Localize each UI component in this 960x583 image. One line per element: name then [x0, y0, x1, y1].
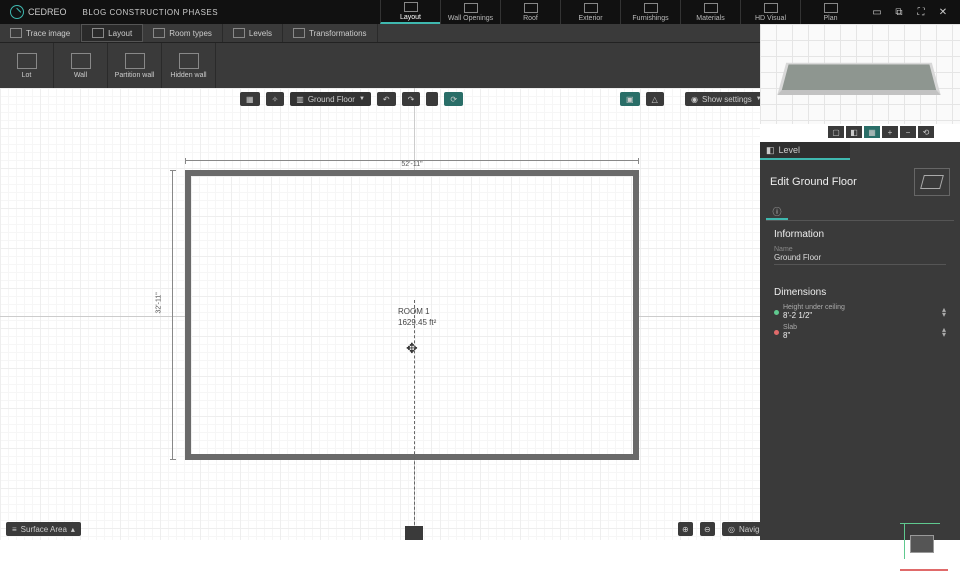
view-persp-icon[interactable]: ▦ — [864, 126, 880, 138]
panel-title: Edit Ground Floor — [770, 176, 857, 188]
ceiling-stepper[interactable]: ▴▾ — [942, 307, 946, 317]
dimension-width-outer: 52'-11" — [185, 160, 639, 168]
show-settings-button[interactable]: ◉ Show settings ▼ — [685, 92, 768, 106]
main-tab-roof[interactable]: Roof — [500, 0, 560, 24]
slab-value[interactable]: 8" — [783, 331, 938, 340]
name-label: Name — [774, 246, 946, 253]
surface-area-button[interactable]: ≡ Surface Area ▴ — [6, 522, 81, 536]
properties-panel: ◧ Level Edit Ground Floor ⓘ Information … — [760, 142, 960, 540]
close-icon[interactable]: ✕ — [936, 5, 950, 19]
tool-lot[interactable]: Lot — [0, 43, 54, 89]
slab-stepper[interactable]: ▴▾ — [942, 327, 946, 337]
room-area: 1629.45 ft² — [398, 318, 436, 327]
slab-dot-icon — [774, 330, 779, 335]
view-reset-icon[interactable]: ⟲ — [918, 126, 934, 138]
dimension-diagram — [900, 523, 950, 583]
view-persp-button[interactable]: △ — [646, 92, 664, 106]
main-tab-hd-visual[interactable]: HD Visual — [740, 0, 800, 24]
slab-label: Slab — [783, 324, 938, 331]
subitem-transformations[interactable]: Transformations — [283, 24, 378, 42]
view-top-icon[interactable]: ▢ — [828, 126, 844, 138]
ceiling-label: Height under ceiling — [783, 304, 938, 311]
preview-3d[interactable] — [760, 24, 960, 124]
tool-partition-wall[interactable]: Partition wall — [108, 43, 162, 89]
dimension-height-outer: 32'-11" — [172, 170, 182, 460]
project-title: BLOG CONSTRUCTION PHASES — [77, 8, 219, 17]
tool-hidden-wall[interactable]: Hidden wall — [162, 43, 216, 89]
name-field[interactable]: Ground Floor — [774, 253, 946, 265]
ceiling-dot-icon — [774, 310, 779, 315]
subitem-room-types[interactable]: Room types — [143, 24, 223, 42]
dimensions-heading: Dimensions — [774, 287, 946, 298]
main-tab-exterior[interactable]: Exterior — [560, 0, 620, 24]
tool-wall[interactable]: Wall — [54, 43, 108, 89]
undo-button[interactable]: ↶ — [377, 92, 396, 106]
view-3d-button[interactable]: ▣ — [620, 92, 640, 106]
redo-button[interactable]: ↷ — [402, 92, 421, 106]
save-icon[interactable]: ⧉ — [892, 5, 906, 19]
panel-subtab-info-icon[interactable]: ⓘ — [766, 204, 788, 220]
zoom-in-button[interactable]: ⊕ — [678, 522, 693, 536]
grid-toggle-button[interactable]: ▦ — [240, 92, 260, 106]
ceiling-value[interactable]: 8'-2 1/2" — [783, 311, 938, 320]
fullscreen-icon[interactable]: ⛶ — [914, 5, 928, 19]
zoom-out-button[interactable]: ⊖ — [700, 522, 715, 536]
guide-vertical — [414, 300, 415, 540]
level-thumbnail — [914, 168, 950, 196]
door-marker[interactable] — [405, 526, 423, 540]
floor-selector[interactable]: ▥ Ground Floor ▼ — [290, 92, 371, 106]
snap-toggle-button[interactable]: ✧ — [266, 92, 285, 106]
brand-name: CEDREO — [28, 7, 67, 17]
main-tab-furnishings[interactable]: Furnishings — [620, 0, 680, 24]
validate-button[interactable]: ⟳ — [444, 92, 463, 106]
subitem-layout[interactable]: Layout — [81, 24, 143, 42]
subitem-levels[interactable]: Levels — [223, 24, 283, 42]
brand-logo — [10, 5, 24, 19]
subitem-trace-image[interactable]: Trace image — [0, 24, 81, 42]
main-tab-wall-openings[interactable]: Wall Openings — [440, 0, 500, 24]
view-zoom-out-icon[interactable]: − — [900, 126, 916, 138]
chat-icon[interactable]: ▭ — [870, 5, 884, 19]
info-heading: Information — [774, 229, 946, 240]
view-zoom-in-icon[interactable]: + — [882, 126, 898, 138]
main-tab-layout[interactable]: Layout — [380, 0, 440, 24]
main-tab-plan[interactable]: Plan — [800, 0, 860, 24]
panel-tab-level[interactable]: ◧ Level — [760, 142, 850, 160]
main-tab-materials[interactable]: Materials — [680, 0, 740, 24]
view-iso-icon[interactable]: ◧ — [846, 126, 862, 138]
